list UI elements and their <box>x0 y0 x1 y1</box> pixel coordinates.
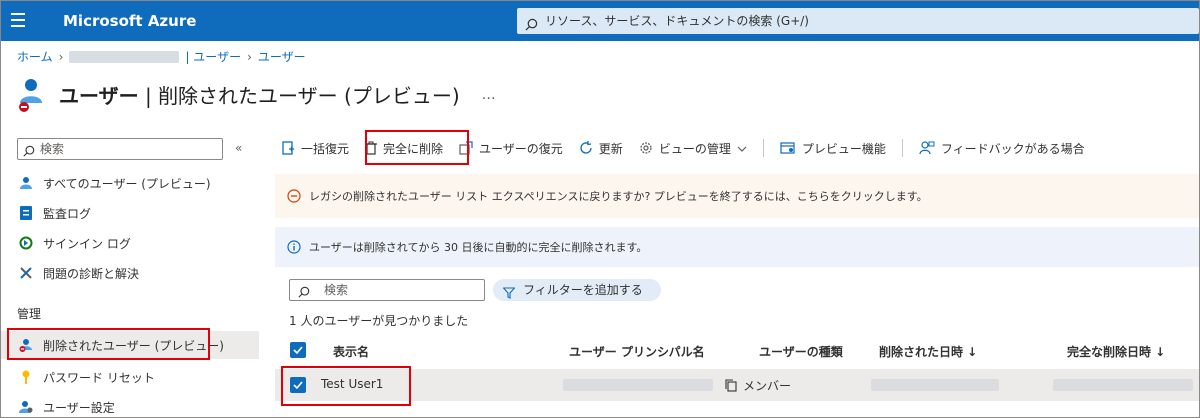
column-user-type[interactable]: ユーザーの種類 <box>759 343 843 360</box>
audit-log-icon <box>19 206 33 220</box>
page-header: ユーザー | 削除されたユーザー (プレビュー) … <box>17 73 496 116</box>
global-search-input[interactable]: リソース、サービス、ドキュメントの検索 (G+/) <box>517 8 1199 34</box>
nav-item-user-settings[interactable]: ユーザー設定 <box>1 393 259 417</box>
add-filter-label: フィルターを追加する <box>523 283 643 297</box>
nav-item-label: ユーザー設定 <box>43 400 115 415</box>
user-search-input[interactable]: 検索 <box>289 279 485 301</box>
row-upn-redacted <box>563 379 713 391</box>
select-all-checkbox[interactable] <box>290 342 306 358</box>
nav-item-label: 問題の診断と解決 <box>43 266 140 281</box>
nav-search-input[interactable]: 検索 <box>17 138 223 160</box>
row-user-type: メンバー <box>725 377 791 394</box>
warning-minus-icon <box>287 189 301 203</box>
column-permanent-delete[interactable]: 完全な削除日時 ↓ <box>1067 343 1165 360</box>
breadcrumb-chevron-icon: › <box>58 49 64 64</box>
search-icon <box>23 143 35 163</box>
breadcrumb-home[interactable]: ホーム <box>17 48 53 65</box>
page-title-sub: 削除されたユーザー (プレビュー) <box>158 84 460 108</box>
preview-features-label: プレビュー機能 <box>801 141 886 156</box>
bulk-restore-icon <box>281 141 295 155</box>
refresh-button[interactable]: 更新 <box>579 140 623 157</box>
azure-portal-window: Microsoft Azure リソース、サービス、ドキュメントの検索 (G+/… <box>0 0 1200 418</box>
highlight-delete-permanently <box>365 130 469 165</box>
search-icon <box>298 284 310 304</box>
user-deleted-icon <box>17 73 45 116</box>
hamburger-menu-icon[interactable] <box>11 13 25 27</box>
brand-title[interactable]: Microsoft Azure <box>63 12 196 30</box>
breadcrumb-tenant-redacted <box>69 50 180 63</box>
preview-features-icon <box>780 141 796 155</box>
sign-in-icon <box>19 236 33 250</box>
column-display-name[interactable]: 表示名 <box>333 343 369 360</box>
feedback-button[interactable]: フィードバックがある場合 <box>919 140 1085 157</box>
results-count: 1 人のユーザーが見つかりました <box>289 314 469 328</box>
left-nav: 検索 « すべてのユーザー (プレビュー) 監査ログ サインイン ログ 問題の診… <box>1 129 259 417</box>
restore-users-button[interactable]: ユーザーの復元 <box>459 140 563 157</box>
feedback-label: フィードバックがある場合 <box>940 141 1085 156</box>
feedback-icon <box>919 141 935 155</box>
restore-users-label: ユーザーの復元 <box>479 141 563 156</box>
toolbar-divider <box>901 139 903 157</box>
breadcrumb-users-current[interactable]: ユーザー <box>258 48 306 65</box>
nav-item-diagnose-solve[interactable]: 問題の診断と解決 <box>1 259 259 287</box>
collapse-nav-icon[interactable]: « <box>235 141 242 155</box>
bulk-restore-label: 一括復元 <box>301 141 350 156</box>
user-settings-icon <box>19 400 33 414</box>
filter-icon <box>502 284 516 306</box>
breadcrumb-chevron-icon: › <box>247 49 252 64</box>
top-bar: Microsoft Azure リソース、サービス、ドキュメントの検索 (G+/… <box>1 1 1199 41</box>
gear-icon <box>639 141 653 155</box>
nav-item-label: すべてのユーザー (プレビュー) <box>43 176 211 191</box>
more-options-icon[interactable]: … <box>482 87 496 103</box>
refresh-icon <box>579 141 593 155</box>
copy-icon[interactable] <box>725 379 737 392</box>
column-deleted-at[interactable]: 削除された日時 ↓ <box>879 343 977 360</box>
page-title: ユーザー | 削除されたユーザー (プレビュー) <box>59 80 460 109</box>
key-icon <box>19 370 33 384</box>
manage-view-button[interactable]: ビューの管理 <box>639 140 747 157</box>
manage-view-label: ビューの管理 <box>658 141 731 156</box>
auto-delete-info-banner: ユーザーは削除されてから 30 日後に自動的に完全に削除されます。 <box>275 227 1199 267</box>
breadcrumb: ホーム › | ユーザー › ユーザー <box>17 48 306 65</box>
nav-item-sign-in-logs[interactable]: サインイン ログ <box>1 229 259 257</box>
highlight-selected-row <box>281 366 411 406</box>
row-deleted-at-redacted <box>871 379 999 391</box>
info-banner-text: ユーザーは削除されてから 30 日後に自動的に完全に削除されます。 <box>309 241 648 254</box>
nav-item-label: サインイン ログ <box>43 236 131 251</box>
legacy-banner-text: レガシの削除されたユーザー リスト エクスペリエンスに戻りますか? プレビューを… <box>309 190 928 203</box>
column-upn[interactable]: ユーザー プリンシパル名 <box>569 343 705 360</box>
legacy-experience-banner[interactable]: レガシの削除されたユーザー リスト エクスペリエンスに戻りますか? プレビューを… <box>275 174 1199 218</box>
toolbar-divider <box>762 139 764 157</box>
page-title-separator: | <box>138 84 159 108</box>
bulk-restore-button[interactable]: 一括復元 <box>281 140 349 157</box>
nav-item-all-users[interactable]: すべてのユーザー (プレビュー) <box>1 169 259 197</box>
row-permanent-delete-redacted <box>1053 379 1193 391</box>
search-icon <box>525 14 538 40</box>
nav-item-password-reset[interactable]: パスワード リセット <box>1 363 259 391</box>
nav-item-label: パスワード リセット <box>43 370 155 385</box>
nav-item-audit-logs[interactable]: 監査ログ <box>1 199 259 227</box>
user-icon <box>19 176 33 190</box>
breadcrumb-users[interactable]: | ユーザー <box>185 48 241 65</box>
chevron-down-icon <box>737 141 747 155</box>
nav-section-manage: 管理 <box>17 307 42 321</box>
global-search-placeholder: リソース、サービス、ドキュメントの検索 (G+/) <box>545 14 809 28</box>
info-icon <box>287 240 301 254</box>
nav-item-label: 監査ログ <box>43 206 92 221</box>
highlight-deleted-users <box>7 328 210 360</box>
nav-search-placeholder: 検索 <box>40 142 65 156</box>
add-filter-button[interactable]: フィルターを追加する <box>493 279 661 301</box>
user-search-placeholder: 検索 <box>324 283 349 297</box>
page-title-main: ユーザー <box>59 84 139 108</box>
refresh-label: 更新 <box>598 141 623 156</box>
row-user-type-label: メンバー <box>743 379 792 393</box>
preview-features-button[interactable]: プレビュー機能 <box>780 140 886 157</box>
check-icon <box>293 346 303 354</box>
wrench-icon <box>19 266 33 280</box>
